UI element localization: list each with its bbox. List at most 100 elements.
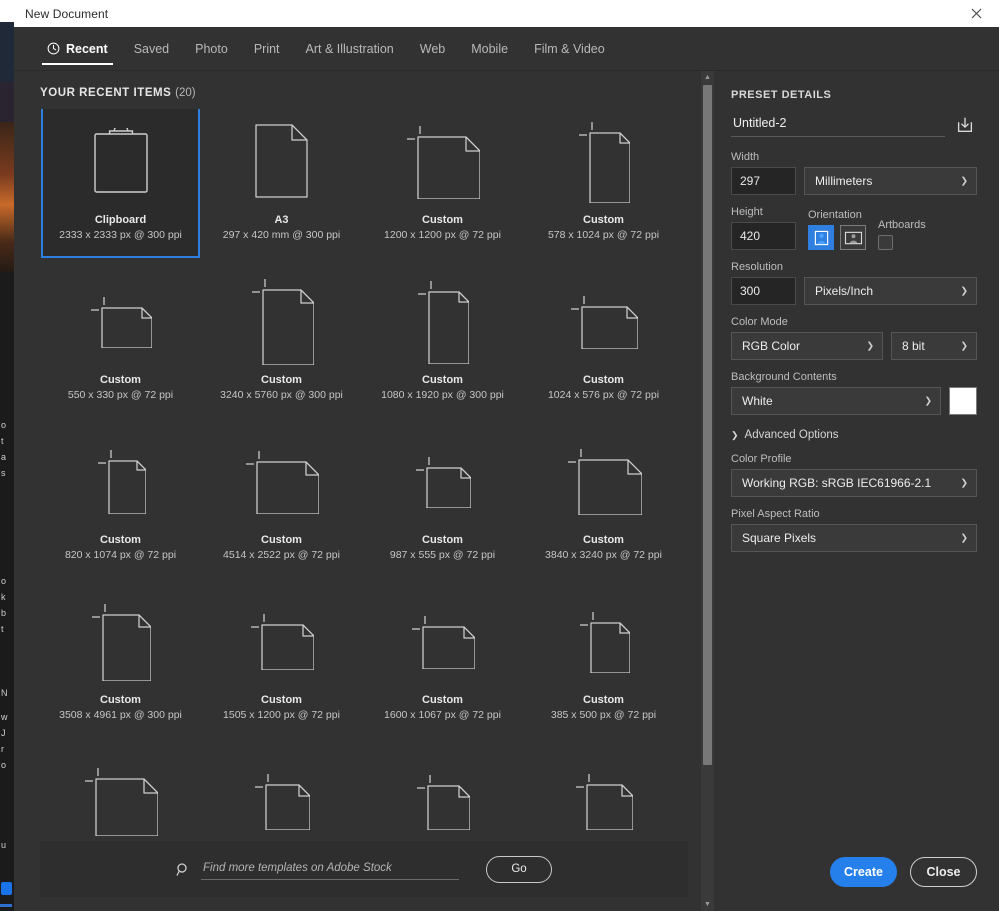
close-icon[interactable] [954,0,999,27]
crop-page-icon [201,269,362,373]
close-button[interactable]: Close [910,857,977,887]
artboards-checkbox[interactable] [878,235,893,250]
preset-details-panel: PRESET DETAILS Width Millimeters ❯ [718,71,999,911]
advanced-options-toggle[interactable]: ❯ Advanced Options [731,429,977,441]
height-input[interactable] [731,222,796,250]
recent-items-heading: YOUR RECENT ITEMS (20) [14,71,718,109]
template-tile[interactable]: Custom 820 x 1074 px @ 72 ppi [40,429,201,589]
template-tile[interactable] [362,749,523,841]
template-dimensions: 1505 x 1200 px @ 72 ppi [223,709,340,721]
height-orientation-row: Height Orientation [731,206,977,250]
template-name: Custom [583,534,624,546]
stock-search-input[interactable] [201,858,459,880]
color-mode-label: Color Mode [731,316,788,328]
color-profile-label: Color Profile [731,453,792,465]
tab-photo[interactable]: Photo [182,27,241,71]
portrait-icon[interactable] [808,225,834,250]
chevron-down-icon: ❯ [731,429,739,440]
templates-scrollbar[interactable]: ▲ ▼ [701,71,714,911]
template-dimensions: 1600 x 1067 px @ 72 ppi [384,709,501,721]
orientation-buttons [808,225,866,250]
save-preset-icon[interactable] [953,113,977,137]
background-contents-select[interactable]: White ❯ [731,387,941,415]
tab-label: Art & Illustration [305,41,394,56]
create-button[interactable]: Create [830,857,897,887]
artboards-group: Artboards [878,219,926,250]
chevron-down-icon: ❯ [960,340,968,351]
tab-web[interactable]: Web [407,27,458,71]
template-tile[interactable]: A3 297 x 420 mm @ 300 ppi [201,109,362,269]
resolution-unit-select[interactable]: Pixels/Inch ❯ [804,277,977,305]
resolution-label: Resolution [731,261,783,273]
tab-label: Film & Video [534,41,605,56]
tab-print[interactable]: Print [241,27,293,71]
tab-label: Saved [133,41,170,56]
template-dimensions: 3508 x 4961 px @ 300 ppi [59,709,182,721]
tab-film-video[interactable]: Film & Video [521,27,618,71]
template-tile[interactable]: Custom 1600 x 1067 px @ 72 ppi [362,589,523,749]
color-profile-select[interactable]: Working RGB: sRGB IEC61966-2.1 ❯ [731,469,977,497]
template-tile[interactable]: Custom 578 x 1024 px @ 72 ppi [523,109,684,269]
tab-label: Print [253,41,280,56]
template-tile[interactable]: Custom 4514 x 2522 px @ 72 ppi [201,429,362,589]
templates-panel: YOUR RECENT ITEMS (20) Clipboard 2333 x 2… [14,71,718,911]
template-tile[interactable]: Custom 3840 x 3240 px @ 72 ppi [523,429,684,589]
resolution-input[interactable] [731,277,796,305]
template-tile[interactable]: Custom 1505 x 1200 px @ 72 ppi [201,589,362,749]
tab-art-illustration[interactable]: Art & Illustration [293,27,407,71]
template-tile[interactable]: Custom 385 x 500 px @ 72 ppi [523,589,684,749]
height-label: Height [731,206,763,218]
orientation-label: Orientation [808,209,862,221]
pixel-aspect-ratio-select[interactable]: Square Pixels ❯ [731,524,977,552]
tab-recent[interactable]: Recent [34,27,121,71]
resolution-row: Pixels/Inch ❯ [731,277,977,305]
bg-text-fragment: o [1,420,7,430]
template-tile[interactable] [40,749,201,841]
background-color-swatch[interactable] [949,387,977,415]
height-group: Height [731,206,796,250]
pixel-aspect-ratio-value: Square Pixels [742,531,817,545]
template-dimensions: 3840 x 3240 px @ 72 ppi [545,549,662,561]
template-name: Custom [422,374,463,386]
template-dimensions: 1024 x 576 px @ 72 ppi [547,389,660,401]
template-tile[interactable]: Custom 1080 x 1920 px @ 300 ppi [362,269,523,429]
template-tile[interactable]: Custom 1024 x 576 px @ 72 ppi [523,269,684,429]
width-unit-select[interactable]: Millimeters ❯ [804,167,977,195]
tab-label: Recent [66,41,108,56]
template-name: Custom [100,694,141,706]
scroll-up-icon[interactable]: ▲ [701,71,714,84]
width-input[interactable] [731,167,796,195]
scrollbar-thumb[interactable] [703,85,712,765]
template-tile[interactable]: Custom 550 x 330 px @ 72 ppi [40,269,201,429]
template-dimensions: 1080 x 1920 px @ 300 ppi [381,389,504,401]
stock-search-go-button[interactable]: Go [486,855,552,883]
template-tile[interactable] [201,749,362,841]
template-tile-selected[interactable]: Clipboard 2333 x 2333 px @ 300 ppi [40,109,201,269]
background-app-sliver: o t a s o k b t N w J r o u [0,0,14,911]
template-dimensions: 1200 x 1200 px @ 72 ppi [384,229,501,241]
bit-depth-select[interactable]: 8 bit ❯ [891,332,977,360]
landscape-icon[interactable] [840,225,866,250]
template-tile[interactable]: Custom 987 x 555 px @ 72 ppi [362,429,523,589]
document-name-row [731,113,977,137]
crop-page-icon [362,429,523,533]
template-tile[interactable] [523,749,684,841]
crop-page-icon [201,749,362,841]
crop-page-icon [201,589,362,693]
template-dimensions: 385 x 500 px @ 72 ppi [550,709,657,721]
tab-saved[interactable]: Saved [121,27,182,71]
tab-mobile[interactable]: Mobile [458,27,521,71]
document-name-input[interactable] [731,113,945,137]
color-mode-select[interactable]: RGB Color ❯ [731,332,883,360]
pixel-aspect-ratio-label: Pixel Aspect Ratio [731,508,820,520]
template-name: Clipboard [94,214,147,226]
template-name: Custom [261,534,302,546]
template-tile[interactable]: Custom 3508 x 4961 px @ 300 ppi [40,589,201,749]
template-dimensions: 550 x 330 px @ 72 ppi [67,389,174,401]
template-tile[interactable]: Custom 3240 x 5760 px @ 300 ppi [201,269,362,429]
bg-text-fragment: a [1,452,7,462]
chevron-down-icon: ❯ [960,175,968,186]
stock-search-bar: Go [40,841,688,897]
scroll-down-icon[interactable]: ▼ [701,898,714,911]
template-tile[interactable]: Custom 1200 x 1200 px @ 72 ppi [362,109,523,269]
